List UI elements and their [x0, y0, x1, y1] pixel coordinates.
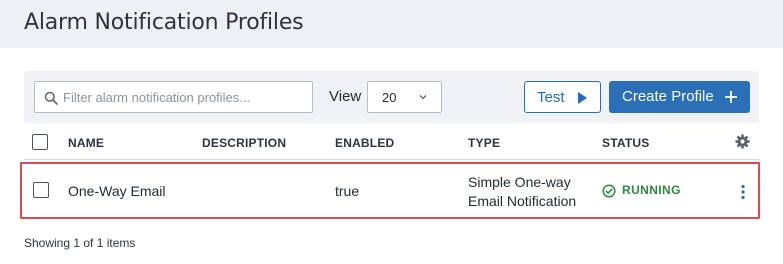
kebab-menu-icon[interactable] — [741, 184, 745, 200]
play-icon — [578, 92, 587, 104]
column-header-type[interactable]: TYPE — [468, 136, 500, 150]
row-checkbox[interactable] — [33, 182, 49, 198]
page: Alarm Notification Profiles View 20 Test… — [0, 0, 783, 264]
search-icon — [44, 91, 58, 105]
status-text: RUNNING — [622, 183, 681, 197]
select-all-checkbox[interactable] — [32, 134, 48, 150]
test-button[interactable]: Test — [524, 81, 601, 113]
chevron-down-icon — [419, 95, 427, 100]
row-enabled: true — [335, 183, 360, 199]
create-profile-button[interactable]: Create Profile — [609, 81, 750, 113]
view-label: View — [329, 88, 362, 105]
row-type: Simple One-way Email Notification — [468, 173, 576, 211]
column-header-status[interactable]: STATUS — [602, 136, 649, 150]
table-row[interactable]: One-Way Email true Simple One-way Email … — [24, 164, 759, 218]
test-button-label: Test — [537, 89, 565, 106]
plus-icon — [725, 91, 737, 103]
column-header-enabled[interactable]: ENABLED — [335, 136, 394, 150]
row-type-line-1: Simple One-way — [468, 174, 571, 190]
row-type-line-2: Email Notification — [468, 193, 577, 209]
column-header-name[interactable]: NAME — [68, 136, 104, 150]
search-input[interactable] — [63, 86, 303, 108]
page-header: Alarm Notification Profiles — [0, 0, 783, 48]
create-profile-label: Create Profile — [622, 88, 714, 105]
page-size-select[interactable]: 20 — [367, 81, 442, 113]
toolbar: View 20 Test Create Profile — [24, 71, 759, 123]
row-name: One-Way Email — [68, 183, 166, 199]
gear-icon[interactable] — [735, 134, 750, 149]
check-circle-icon — [602, 184, 616, 198]
table-header: NAME DESCRIPTION ENABLED TYPE STATUS — [24, 123, 759, 160]
column-header-description[interactable]: DESCRIPTION — [202, 136, 286, 150]
pagination-summary: Showing 1 of 1 items — [24, 236, 136, 250]
search-field[interactable] — [34, 81, 313, 113]
page-size-value: 20 — [382, 90, 397, 105]
page-title: Alarm Notification Profiles — [24, 10, 304, 35]
